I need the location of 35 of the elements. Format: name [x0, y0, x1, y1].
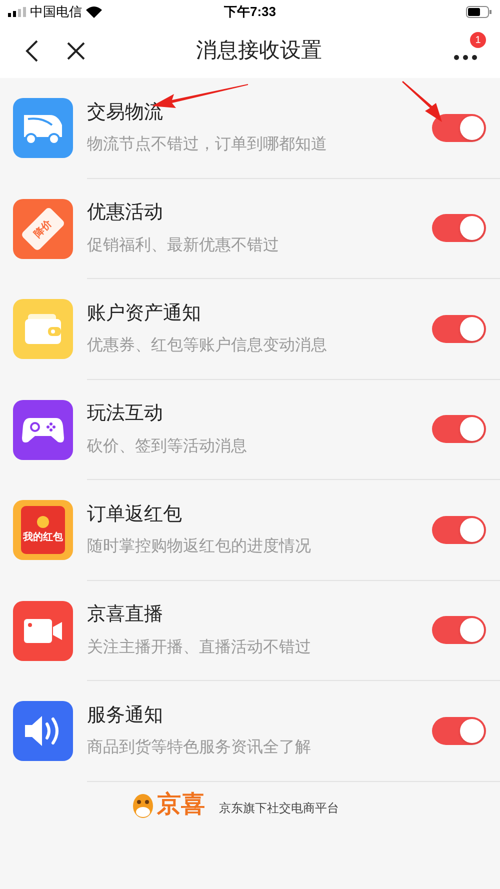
gamepad-icon [22, 416, 64, 444]
toggle-switch[interactable] [432, 516, 486, 544]
setting-description: 关注主播开播、直播活动不错过 [87, 638, 312, 658]
setting-title: 服务通知 [87, 704, 164, 728]
setting-title: 账户资产通知 [87, 302, 202, 326]
envelope-icon: 我的红包 [21, 506, 65, 554]
setting-title: 优惠活动 [87, 201, 164, 225]
signal-icon [8, 7, 26, 17]
brand-slogan: 京东旗下社交电商平台 [219, 800, 339, 816]
setting-title: 玩法互动 [87, 402, 164, 426]
video-camera-icon [23, 618, 63, 644]
toggle-switch[interactable] [432, 415, 486, 444]
annotation-arrow [400, 80, 444, 124]
setting-description: 随时掌控购物返红包的进度情况 [87, 536, 312, 557]
setting-description: 砍价、签到等活动消息 [87, 436, 248, 456]
status-time: 下午7:33 [222, 3, 278, 22]
brand-logo: 京喜 [157, 790, 205, 820]
toggle-switch[interactable] [432, 214, 486, 242]
setting-description: 促销福利、最新优惠不错过 [87, 236, 280, 256]
battery-icon [466, 6, 492, 18]
page-title: 消息接收设置 [195, 38, 323, 64]
toggle-switch[interactable] [432, 716, 486, 745]
carrier-name: 中国电信 [30, 3, 82, 22]
toggle-switch[interactable] [432, 114, 486, 142]
toggle-switch[interactable] [432, 616, 486, 644]
setting-description: 商品到货等特色服务资讯全了解 [87, 738, 312, 758]
setting-description: 优惠券、红包等账户信息变动消息 [87, 336, 328, 356]
price-tag-icon: 降价 [20, 206, 66, 252]
wallet-icon [24, 313, 62, 346]
setting-title: 京喜直播 [87, 603, 164, 627]
setting-title: 订单返红包 [87, 502, 183, 526]
notification-badge: 1 [470, 32, 486, 48]
wifi-icon [86, 6, 102, 18]
setting-description: 物流节点不错过，订单到哪都知道 [87, 134, 328, 155]
toggle-switch[interactable] [432, 314, 486, 343]
